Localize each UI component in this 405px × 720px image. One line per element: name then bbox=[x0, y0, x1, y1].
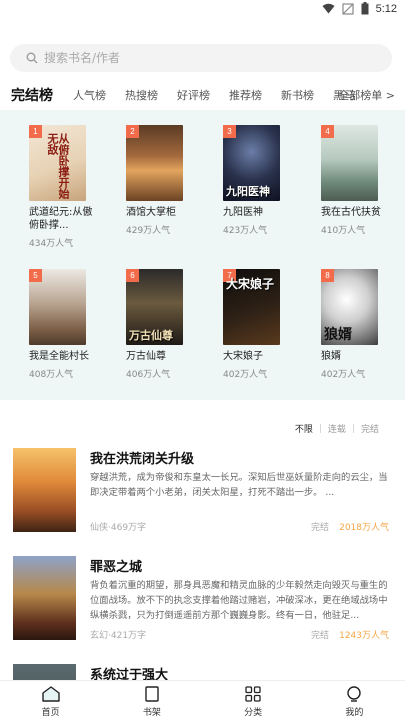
cover-title: 万古仙尊 bbox=[129, 329, 173, 342]
book-name: 万古仙尊 bbox=[126, 351, 166, 362]
book-popularity: 408万人气 bbox=[29, 370, 74, 380]
cover-title: 大宋娘子 bbox=[226, 277, 275, 291]
book-popularity: 2018万人气 bbox=[339, 523, 389, 533]
book-name: 九阳医神 bbox=[223, 207, 263, 218]
book-popularity: 423万人气 bbox=[223, 226, 268, 236]
filter-ongoing[interactable]: 连载 bbox=[328, 422, 346, 435]
book-popularity: 410万人气 bbox=[321, 226, 366, 236]
list-item[interactable]: 我在洪荒闭关升级 穿越洪荒，成为帝俊和东皇太一长兄。深知后世巫妖量阶走向的云尘，… bbox=[0, 448, 405, 540]
ranking-book-6[interactable]: 6 万古仙尊 万古仙尊 406万人气 bbox=[126, 269, 198, 380]
book-popularity: 429万人气 bbox=[126, 226, 171, 236]
rank-badge: 1 bbox=[29, 125, 42, 138]
battery-icon bbox=[361, 2, 369, 15]
ranking-book-7[interactable]: 7 大宋娘子 大宋娘子 402万人气 bbox=[223, 269, 295, 380]
book-name: 我在古代扶贫 bbox=[321, 207, 381, 218]
all-rankings-link[interactable]: 全部榜单 > bbox=[338, 87, 395, 103]
book-description: 穿越洪荒，成为帝俊和东皇太一长兄。深知后世巫妖量阶走向的云尘，当即决定带着两个小… bbox=[90, 472, 388, 498]
search-icon bbox=[26, 52, 38, 64]
book-cover: 5 bbox=[29, 269, 86, 345]
book-cover: 8 狼婿 bbox=[321, 269, 378, 345]
wifi-icon bbox=[322, 3, 335, 14]
nav-label: 书架 bbox=[142, 708, 161, 718]
nav-label: 首页 bbox=[41, 708, 60, 718]
ranking-book-2[interactable]: 2 酒馆大掌柜 429万人气 bbox=[126, 125, 198, 236]
rank-badge: 5 bbox=[29, 269, 42, 282]
book-status: 完结 bbox=[310, 631, 329, 641]
book-title: 我在洪荒闭关升级 bbox=[90, 452, 195, 467]
divider: | bbox=[351, 423, 355, 434]
rank-badge: 8 bbox=[321, 269, 334, 282]
book-popularity: 402万人气 bbox=[223, 370, 268, 380]
ranking-book-4[interactable]: 4 我在古代扶贫 410万人气 bbox=[321, 125, 393, 236]
status-filter: 不限 | 连载 | 完结 bbox=[295, 422, 379, 436]
status-bar: 5:12 bbox=[0, 0, 405, 20]
book-popularity: 1243万人气 bbox=[339, 631, 389, 641]
home-icon bbox=[41, 686, 60, 702]
nav-label: 分类 bbox=[244, 708, 263, 718]
nav-bookshelf[interactable]: 书架 bbox=[101, 681, 202, 720]
divider: | bbox=[318, 423, 322, 434]
rank-badge: 6 bbox=[126, 269, 139, 282]
book-name: 武道纪元:从傲俯卧撑... bbox=[29, 207, 93, 231]
book-cover bbox=[13, 448, 76, 532]
book-cover: 1 从俯卧撑开始无敌 bbox=[29, 125, 86, 201]
book-cover: 6 万古仙尊 bbox=[126, 269, 183, 345]
bookshelf-icon bbox=[145, 686, 159, 702]
signal-off-icon bbox=[341, 2, 354, 15]
tab-recommend[interactable]: 推荐榜 bbox=[229, 88, 262, 108]
nav-home[interactable]: 首页 bbox=[0, 681, 101, 720]
book-cover: 7 大宋娘子 bbox=[223, 269, 280, 345]
book-meta: 仙侠·469万字 bbox=[90, 523, 147, 533]
list-item[interactable]: 系统过于强大 bbox=[0, 664, 405, 680]
filter-all[interactable]: 不限 bbox=[295, 422, 313, 435]
cover-title: 狼婿 bbox=[324, 327, 352, 343]
book-cover: 4 bbox=[321, 125, 378, 201]
filter-completed[interactable]: 完结 bbox=[361, 422, 379, 435]
book-cover bbox=[13, 556, 76, 640]
book-meta: 玄幻·421万字 bbox=[90, 631, 147, 641]
book-cover: 3 九阳医神 bbox=[223, 125, 280, 201]
nav-category[interactable]: 分类 bbox=[203, 681, 304, 720]
rank-badge: 4 bbox=[321, 125, 334, 138]
book-name: 狼婿 bbox=[321, 351, 341, 362]
clock: 5:12 bbox=[375, 2, 397, 15]
book-status: 完结 bbox=[310, 523, 329, 533]
rank-badge: 3 bbox=[223, 125, 236, 138]
book-name: 我是全能村长 bbox=[29, 351, 89, 362]
book-cover: 2 bbox=[126, 125, 183, 201]
bottom-nav: 首页 书架 分类 我的 bbox=[0, 680, 405, 720]
cover-title: 九阳医神 bbox=[226, 185, 270, 198]
book-title: 系统过于强大 bbox=[90, 668, 169, 680]
nav-profile[interactable]: 我的 bbox=[304, 681, 405, 720]
tab-new-book[interactable]: 新书榜 bbox=[281, 88, 314, 108]
profile-icon bbox=[347, 686, 362, 702]
tab-hot-search[interactable]: 热搜榜 bbox=[125, 88, 158, 108]
book-popularity: 434万人气 bbox=[29, 239, 74, 249]
book-description: 背负着沉重的期望，那身具恶魔和精灵血脉的少年毅然走向毁灭与重生的位面战场。放不下… bbox=[90, 580, 388, 621]
list-item[interactable]: 罪恶之城 背负着沉重的期望，那身具恶魔和精灵血脉的少年毅然走向毁灭与重生的位面战… bbox=[0, 556, 405, 648]
rank-badge: 2 bbox=[126, 125, 139, 138]
cover-title: 从俯卧撑开始无敌 bbox=[46, 133, 70, 199]
tab-good-review[interactable]: 好评榜 bbox=[177, 88, 210, 108]
tab-completed[interactable]: 完结榜 bbox=[11, 88, 53, 108]
ranking-book-5[interactable]: 5 我是全能村长 408万人气 bbox=[29, 269, 101, 380]
book-popularity: 406万人气 bbox=[126, 370, 171, 380]
book-name: 大宋娘子 bbox=[223, 351, 263, 362]
book-name: 酒馆大掌柜 bbox=[126, 207, 176, 218]
book-cover bbox=[13, 664, 76, 680]
search-bar[interactable] bbox=[10, 44, 392, 72]
ranking-tabs: 完结榜 人气榜 热搜榜 好评榜 推荐榜 新书榜 黑马 全部榜单 > bbox=[0, 82, 405, 108]
ranking-book-8[interactable]: 8 狼婿 狼婿 402万人气 bbox=[321, 269, 393, 380]
search-input[interactable] bbox=[44, 51, 344, 65]
book-title: 罪恶之城 bbox=[90, 560, 143, 575]
category-icon bbox=[245, 686, 261, 702]
ranking-book-3[interactable]: 3 九阳医神 九阳医神 423万人气 bbox=[223, 125, 295, 236]
nav-label: 我的 bbox=[345, 708, 364, 718]
ranking-panel: 1 从俯卧撑开始无敌 武道纪元:从傲俯卧撑... 434万人气 2 酒馆大掌柜 … bbox=[0, 110, 405, 400]
ranking-book-1[interactable]: 1 从俯卧撑开始无敌 武道纪元:从傲俯卧撑... 434万人气 bbox=[29, 125, 101, 249]
tab-popular[interactable]: 人气榜 bbox=[73, 88, 106, 108]
book-popularity: 402万人气 bbox=[321, 370, 366, 380]
